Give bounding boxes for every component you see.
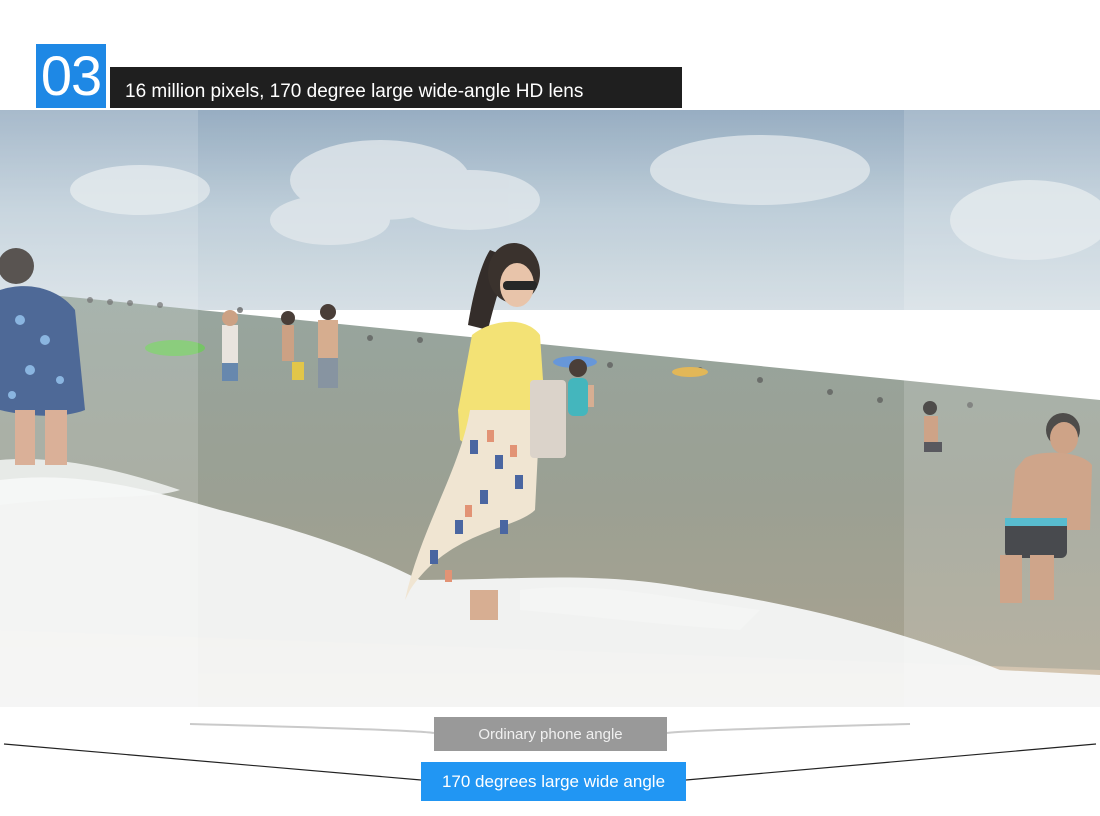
section-number-badge: 03 bbox=[36, 44, 106, 108]
beach-scene-photo bbox=[0, 110, 1100, 707]
section-title: 16 million pixels, 170 degree large wide… bbox=[110, 67, 682, 108]
wide-angle-label: 170 degrees large wide angle bbox=[421, 762, 686, 801]
ordinary-angle-label: Ordinary phone angle bbox=[434, 717, 667, 751]
